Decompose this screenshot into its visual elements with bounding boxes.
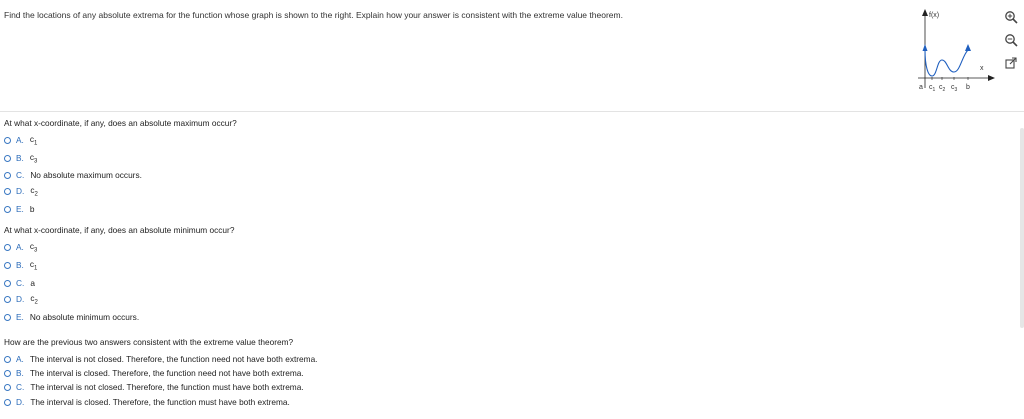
zoom-out-icon[interactable] [1004, 33, 1018, 47]
radio-button[interactable] [4, 369, 11, 377]
q1-option-a[interactable]: A. c1 [4, 134, 37, 146]
right-end-arrow [965, 44, 971, 51]
q2-option-b[interactable]: B. c1 [4, 259, 37, 271]
q1-option-c[interactable]: C. No absolute maximum occurs. [4, 169, 142, 181]
radio-button[interactable] [4, 205, 11, 213]
option-letter: C. [16, 170, 25, 180]
graph-tools [1004, 10, 1020, 79]
option-letter: E. [16, 204, 24, 214]
radio-button[interactable] [4, 279, 11, 287]
left-end-arrow [922, 44, 928, 51]
option-letter: A. [16, 135, 24, 145]
radio-button[interactable] [4, 136, 11, 144]
option-text: c3 [29, 151, 38, 165]
option-text: b [29, 204, 35, 214]
option-text: a [30, 278, 35, 288]
option-text: The interval is not closed. Therefore, t… [30, 382, 304, 392]
q3-option-d[interactable]: D. The interval is closed. Therefore, th… [4, 396, 290, 408]
q1-option-e[interactable]: E. b [4, 203, 34, 215]
question-3-text: How are the previous two answers consist… [4, 337, 294, 347]
radio-button[interactable] [4, 187, 11, 195]
option-text: The interval is not closed. Therefore, t… [29, 354, 318, 364]
radio-button[interactable] [4, 355, 11, 363]
option-letter: B. [16, 153, 24, 163]
radio-button[interactable] [4, 295, 11, 303]
zoom-in-icon[interactable] [1004, 10, 1018, 24]
radio-button[interactable] [4, 398, 11, 406]
q1-option-b[interactable]: B. c3 [4, 152, 37, 164]
label-c1: c1 [929, 84, 936, 93]
option-text: No absolute minimum occurs. [29, 312, 140, 322]
radio-button[interactable] [4, 383, 11, 391]
q2-option-c[interactable]: C. a [4, 277, 35, 289]
x-axis-arrow [988, 75, 995, 81]
label-b: b [966, 84, 970, 91]
q3-option-b[interactable]: B. The interval is closed. Therefore, th… [4, 367, 304, 379]
y-axis-arrow [922, 9, 928, 16]
q1-option-d[interactable]: D. c2 [4, 185, 38, 197]
q2-option-e[interactable]: E. No absolute minimum occurs. [4, 311, 139, 323]
q2-option-a[interactable]: A. c3 [4, 241, 37, 253]
radio-button[interactable] [4, 261, 11, 269]
option-text: The interval is closed. Therefore, the f… [30, 397, 290, 407]
radio-button[interactable] [4, 171, 11, 179]
option-text: The interval is closed. Therefore, the f… [29, 368, 304, 378]
option-letter: C. [16, 382, 25, 392]
option-letter: D. [16, 397, 25, 407]
x-axis-label: x [980, 65, 984, 72]
option-text: c2 [30, 292, 38, 306]
question-1-text: At what x-coordinate, if any, does an ab… [4, 118, 237, 128]
option-text: c2 [30, 184, 38, 198]
option-letter: D. [16, 186, 25, 196]
option-letter: E. [16, 312, 24, 322]
scrollbar[interactable] [1020, 128, 1024, 328]
label-a: a [919, 84, 923, 91]
option-letter: B. [16, 260, 24, 270]
option-text: c3 [29, 240, 38, 254]
option-letter: A. [16, 242, 24, 252]
popout-icon[interactable] [1004, 56, 1018, 70]
section-divider [0, 111, 1024, 112]
option-letter: A. [16, 354, 24, 364]
problem-prompt: Find the locations of any absolute extre… [4, 10, 623, 20]
option-text: No absolute maximum occurs. [30, 170, 142, 180]
radio-button[interactable] [4, 243, 11, 251]
y-axis-label: f(x) [929, 12, 939, 19]
option-letter: D. [16, 294, 25, 304]
option-text: c1 [29, 133, 38, 147]
option-letter: C. [16, 278, 25, 288]
function-curve [924, 49, 969, 77]
option-letter: B. [16, 368, 24, 378]
q2-option-d[interactable]: D. c2 [4, 293, 38, 305]
q3-option-a[interactable]: A. The interval is not closed. Therefore… [4, 353, 318, 365]
label-c2: c2 [939, 84, 946, 93]
option-text: c1 [29, 258, 38, 272]
label-c3: c3 [951, 84, 958, 93]
function-graph: f(x) x a c1 c2 c3 b [918, 9, 995, 93]
q3-option-c[interactable]: C. The interval is not closed. Therefore… [4, 381, 304, 393]
question-2-text: At what x-coordinate, if any, does an ab… [4, 225, 235, 235]
radio-button[interactable] [4, 154, 11, 162]
radio-button[interactable] [4, 313, 11, 321]
